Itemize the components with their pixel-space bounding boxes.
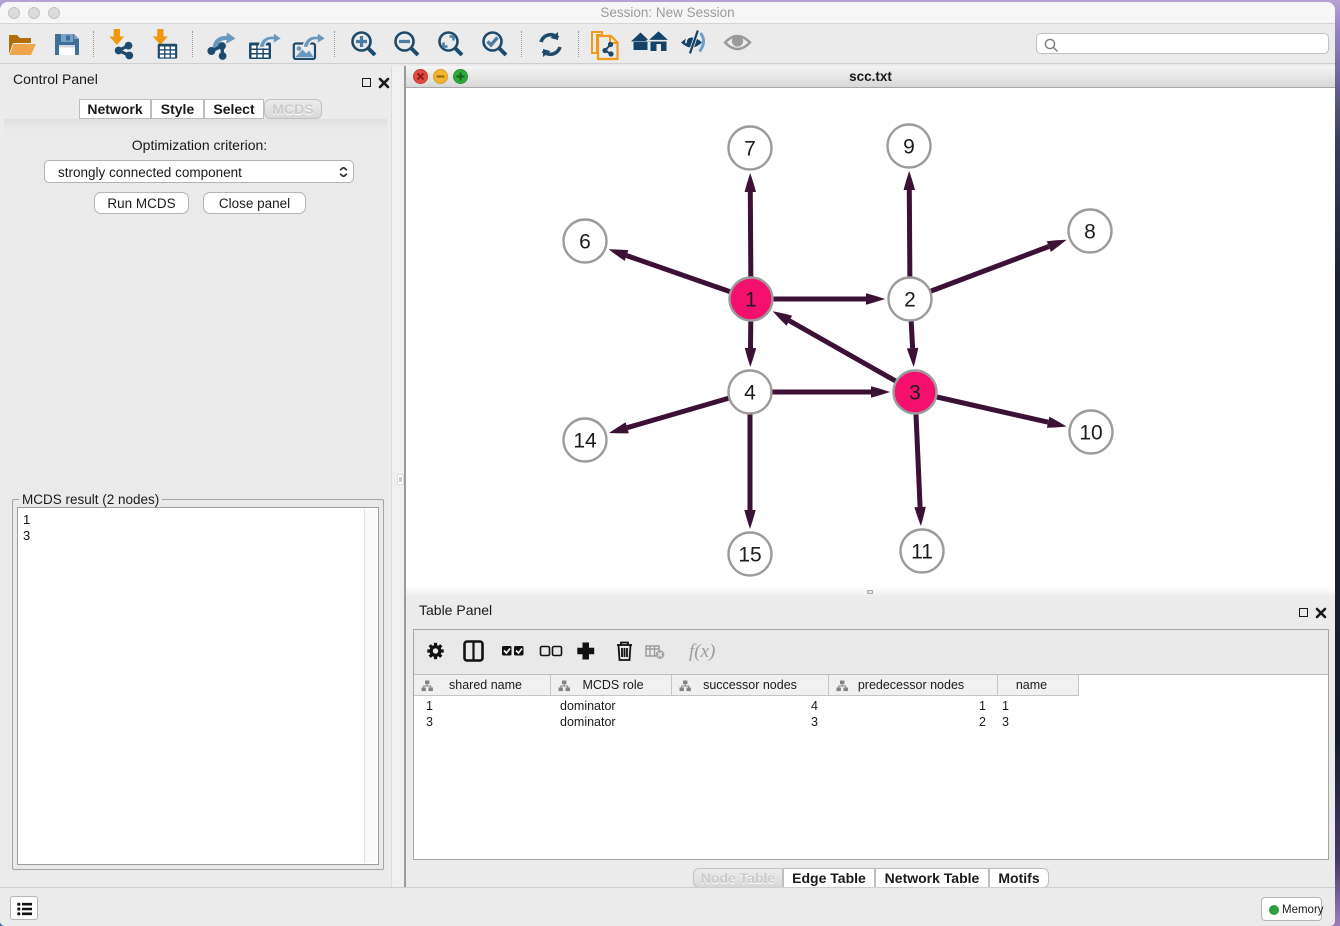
svg-text:f(x): f(x): [689, 641, 715, 662]
svg-text:15: 15: [738, 544, 761, 567]
svg-text:11: 11: [911, 541, 933, 564]
svg-text:14: 14: [573, 430, 597, 453]
svg-text:7: 7: [744, 138, 756, 161]
svg-text:2: 2: [904, 289, 916, 312]
svg-text:4: 4: [744, 382, 756, 405]
svg-text:1: 1: [745, 289, 757, 312]
svg-text:9: 9: [903, 136, 915, 159]
svg-text:10: 10: [1079, 422, 1102, 445]
svg-text:3: 3: [909, 382, 921, 405]
svg-text:8: 8: [1084, 221, 1096, 244]
svg-text:6: 6: [579, 231, 591, 254]
